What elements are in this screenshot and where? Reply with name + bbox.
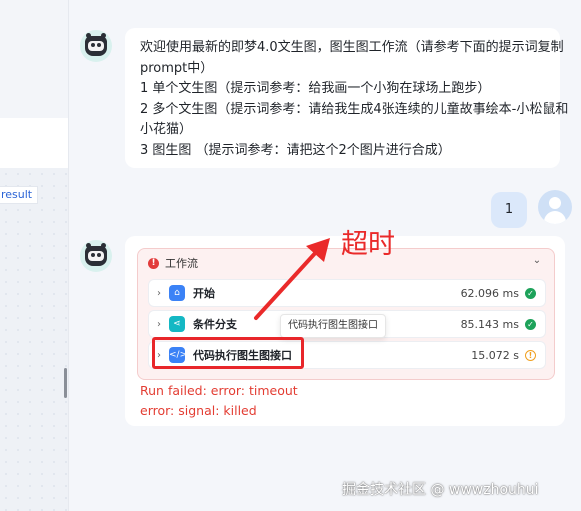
watermark: 掘金技术社区 @ wwwzhouhui xyxy=(342,482,539,498)
annotation-arrow xyxy=(254,238,330,320)
annotation-label: 超时 xyxy=(341,229,395,260)
